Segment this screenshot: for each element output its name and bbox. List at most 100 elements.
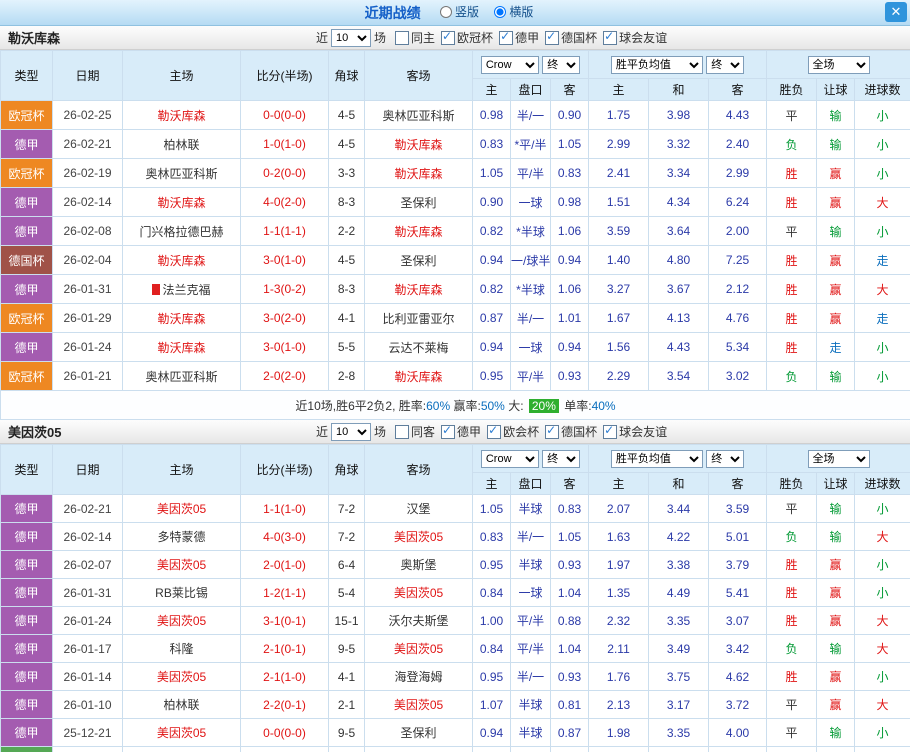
home-team[interactable]: 勒沃库森 — [123, 246, 241, 275]
odds-away: 0.98 — [551, 188, 589, 217]
away-team[interactable]: 勒沃库森 — [365, 275, 473, 304]
match-row: 欧冠杯 26-02-19 奥林匹亚科斯 0-2(0-0) 3-3 勒沃库森 1.… — [1, 159, 910, 188]
summary-row: 近10场,胜6平2负2, 胜率:60% 赢率:50% 大: 20% 单率:40% — [1, 391, 910, 420]
avg-final-select[interactable]: 终 — [706, 56, 744, 74]
away-team[interactable]: 美因茨05 — [365, 635, 473, 663]
league-filter-checkbox[interactable]: 德国杯 — [545, 423, 597, 440]
handicap: 半球 — [511, 747, 551, 752]
home-team[interactable]: 勒沃库森 — [123, 188, 241, 217]
odds-book-select[interactable]: Crow — [481, 450, 539, 468]
away-team[interactable]: 沃尔夫斯堡 — [365, 607, 473, 635]
away-team[interactable]: 勒沃库森 — [365, 130, 473, 159]
odds-home: 0.84 — [473, 579, 511, 607]
home-team[interactable]: 柏林联 — [123, 130, 241, 159]
away-team[interactable]: 勒沃库森 — [365, 217, 473, 246]
league-filter-checkbox[interactable]: 球会友谊 — [603, 29, 667, 46]
avg-draw-odds: 3.38 — [649, 551, 709, 579]
match-count-select[interactable]: 10 — [331, 423, 371, 441]
home-team[interactable]: 勒沃库森 — [123, 304, 241, 333]
scope-select[interactable]: 全场 — [808, 56, 870, 74]
home-team[interactable]: 美因茨05 — [123, 495, 241, 523]
odds-final-select[interactable]: 终 — [542, 56, 580, 74]
home-team[interactable]: 奥林匹亚科斯 — [123, 159, 241, 188]
away-team[interactable]: 勒沃库森 — [365, 159, 473, 188]
layout-vertical-radio[interactable] — [440, 6, 452, 18]
home-team[interactable]: 多特蒙德 — [123, 523, 241, 551]
corner-score: 5-4 — [329, 579, 365, 607]
score: 3-0(1-0) — [241, 246, 329, 275]
result-goals: 小 — [855, 579, 910, 607]
odds-home: 0.82 — [473, 217, 511, 246]
avg-type-select[interactable]: 胜平负均值 — [611, 56, 703, 74]
avg-type-select[interactable]: 胜平负均值 — [611, 450, 703, 468]
same-venue-checkbox[interactable]: 同客 — [395, 423, 435, 440]
same-venue-checkbox[interactable]: 同主 — [395, 29, 435, 46]
match-count-select[interactable]: 10 — [331, 29, 371, 47]
score: 1-2(1-1) — [241, 579, 329, 607]
league-filter-checkbox[interactable]: 球会友谊 — [603, 423, 667, 440]
league-badge: 德甲 — [1, 217, 53, 246]
sections-container: 勒沃库森 近 10 场 同主 欧冠杯 德甲 德国杯 球会友谊 类型 日期 — [0, 26, 910, 752]
home-team[interactable]: 奥林匹亚科斯 — [123, 362, 241, 391]
layout-vertical-option[interactable]: 竖版 — [440, 3, 479, 20]
away-team[interactable]: 美因茨05 — [365, 523, 473, 551]
away-team[interactable]: 圣保利 — [365, 719, 473, 747]
score: 2-0(1-0) — [241, 747, 329, 752]
result-goals: 走 — [855, 304, 910, 333]
odds-book-select[interactable]: Crow — [481, 56, 539, 74]
home-team[interactable]: 门兴格拉德巴赫 — [123, 217, 241, 246]
away-team[interactable]: 奥斯堡 — [365, 551, 473, 579]
col-date: 日期 — [53, 51, 123, 101]
handicap: 一球 — [511, 333, 551, 362]
home-team[interactable]: RB莱比锡 — [123, 579, 241, 607]
avg-win-odds: 2.41 — [589, 159, 649, 188]
result-handicap: 赢 — [817, 304, 855, 333]
home-team[interactable]: 柏林联 — [123, 691, 241, 719]
home-team[interactable]: 美因茨05 — [123, 607, 241, 635]
away-team[interactable]: 美因茨05 — [365, 691, 473, 719]
away-team[interactable]: 海登海姆 — [365, 663, 473, 691]
away-team[interactable]: 汉堡 — [365, 495, 473, 523]
odds-group-header: Crow 终 — [473, 445, 589, 473]
avg-lose-odds: 6.24 — [709, 188, 767, 217]
league-filter-checkbox[interactable]: 欧会杯 — [487, 423, 539, 440]
home-team[interactable]: 美因茨05 — [123, 663, 241, 691]
league-filter-checkbox[interactable]: 德甲 — [441, 423, 481, 440]
home-team[interactable]: 勒沃库森 — [123, 101, 241, 130]
odds-final-select[interactable]: 终 — [542, 450, 580, 468]
away-team[interactable]: 萨姆士邦 — [365, 747, 473, 752]
away-team[interactable]: 比利亚雷亚尔 — [365, 304, 473, 333]
away-team[interactable]: 圣保利 — [365, 188, 473, 217]
corner-score: 4-1 — [329, 663, 365, 691]
avg-final-select[interactable]: 终 — [706, 450, 744, 468]
scope-select[interactable]: 全场 — [808, 450, 870, 468]
match-row: 欧冠杯 26-02-25 勒沃库森 0-0(0-0) 4-5 奥林匹亚科斯 0.… — [1, 101, 910, 130]
league-filter-checkbox[interactable]: 欧冠杯 — [441, 29, 493, 46]
league-filter-checkbox[interactable]: 德国杯 — [545, 29, 597, 46]
league-filter-checkbox[interactable]: 德甲 — [499, 29, 539, 46]
avg-lose-odds: 3.59 — [709, 495, 767, 523]
result-goals: 小 — [855, 663, 910, 691]
away-team[interactable]: 美因茨05 — [365, 579, 473, 607]
home-team[interactable]: 科隆 — [123, 635, 241, 663]
home-team[interactable]: 勒沃库森 — [123, 333, 241, 362]
score: 2-1(0-1) — [241, 635, 329, 663]
away-team[interactable]: 奥林匹亚科斯 — [365, 101, 473, 130]
layout-horizontal-option[interactable]: 横版 — [494, 3, 533, 20]
corner-score: 8-3 — [329, 188, 365, 217]
odds-home: 1.07 — [473, 691, 511, 719]
result-handicap: 赢 — [817, 188, 855, 217]
home-team[interactable]: 美因茨05 — [123, 747, 241, 752]
home-team[interactable]: 法兰克福 — [123, 275, 241, 304]
layout-horizontal-radio[interactable] — [494, 6, 506, 18]
home-team[interactable]: 美因茨05 — [123, 719, 241, 747]
away-team[interactable]: 云达不莱梅 — [365, 333, 473, 362]
away-team[interactable]: 圣保利 — [365, 246, 473, 275]
odds-home: 1.05 — [473, 159, 511, 188]
league-badge: 德甲 — [1, 523, 53, 551]
match-date: 26-02-21 — [53, 130, 123, 159]
home-team[interactable]: 美因茨05 — [123, 551, 241, 579]
odds-away: 1.01 — [551, 304, 589, 333]
away-team[interactable]: 勒沃库森 — [365, 362, 473, 391]
close-button[interactable]: ✕ — [885, 2, 907, 22]
